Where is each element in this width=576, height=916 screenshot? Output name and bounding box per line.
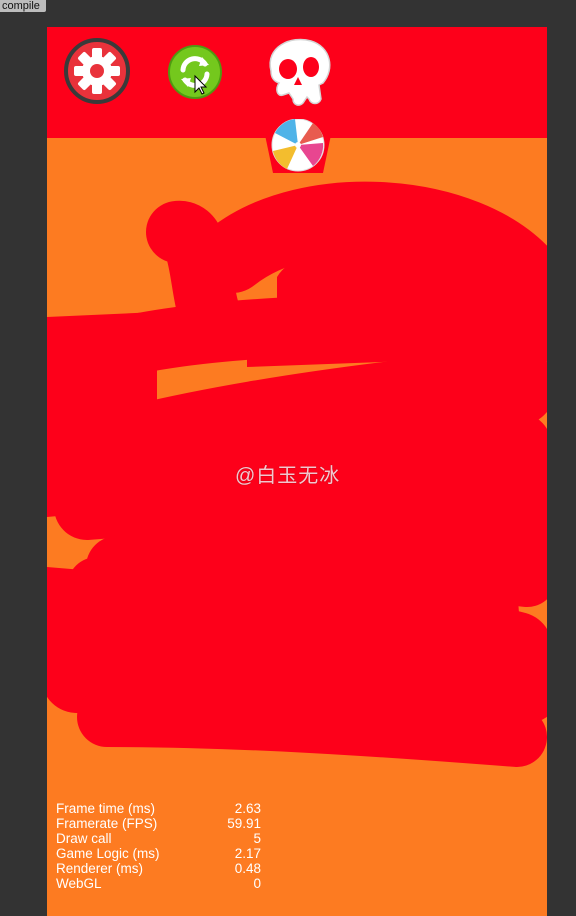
stat-label: Game Logic (ms) bbox=[56, 846, 160, 861]
watermark-text: @白玉无冰 bbox=[235, 465, 341, 487]
stat-value: 59.91 bbox=[227, 816, 261, 831]
gear-icon bbox=[64, 38, 130, 104]
stat-value: 0.48 bbox=[234, 861, 261, 876]
stat-row: Draw call 5 bbox=[56, 831, 261, 846]
game-canvas[interactable]: @白玉无冰 Frame time (ms) 2.63 Framerate (FP… bbox=[47, 27, 547, 916]
stat-value: 0 bbox=[253, 876, 261, 891]
stat-row: WebGL 0 bbox=[56, 876, 261, 891]
stat-value: 5 bbox=[253, 831, 261, 846]
stat-row: Game Logic (ms) 2.17 bbox=[56, 846, 261, 861]
restart-button[interactable] bbox=[167, 44, 223, 100]
stat-value: 2.17 bbox=[234, 846, 261, 861]
refresh-icon bbox=[168, 45, 222, 99]
stat-row: Frame time (ms) 2.63 bbox=[56, 801, 261, 816]
skull-button[interactable] bbox=[261, 37, 336, 109]
compile-tab[interactable]: compile bbox=[0, 0, 46, 12]
stat-label: Renderer (ms) bbox=[56, 861, 144, 876]
stat-label: Draw call bbox=[56, 831, 112, 846]
ball-holder bbox=[265, 118, 331, 173]
stat-row: Renderer (ms) 0.48 bbox=[56, 861, 261, 876]
stat-label: Frame time (ms) bbox=[56, 801, 155, 816]
stat-label: Framerate (FPS) bbox=[56, 816, 158, 831]
beach-ball-icon[interactable] bbox=[271, 118, 325, 172]
skull-icon bbox=[269, 38, 331, 106]
performance-stats: Frame time (ms) 2.63 Framerate (FPS) 59.… bbox=[56, 801, 261, 891]
stat-label: WebGL bbox=[56, 876, 102, 891]
stat-row: Framerate (FPS) 59.91 bbox=[56, 816, 261, 831]
settings-button[interactable] bbox=[63, 37, 131, 105]
stat-value: 2.63 bbox=[234, 801, 261, 816]
